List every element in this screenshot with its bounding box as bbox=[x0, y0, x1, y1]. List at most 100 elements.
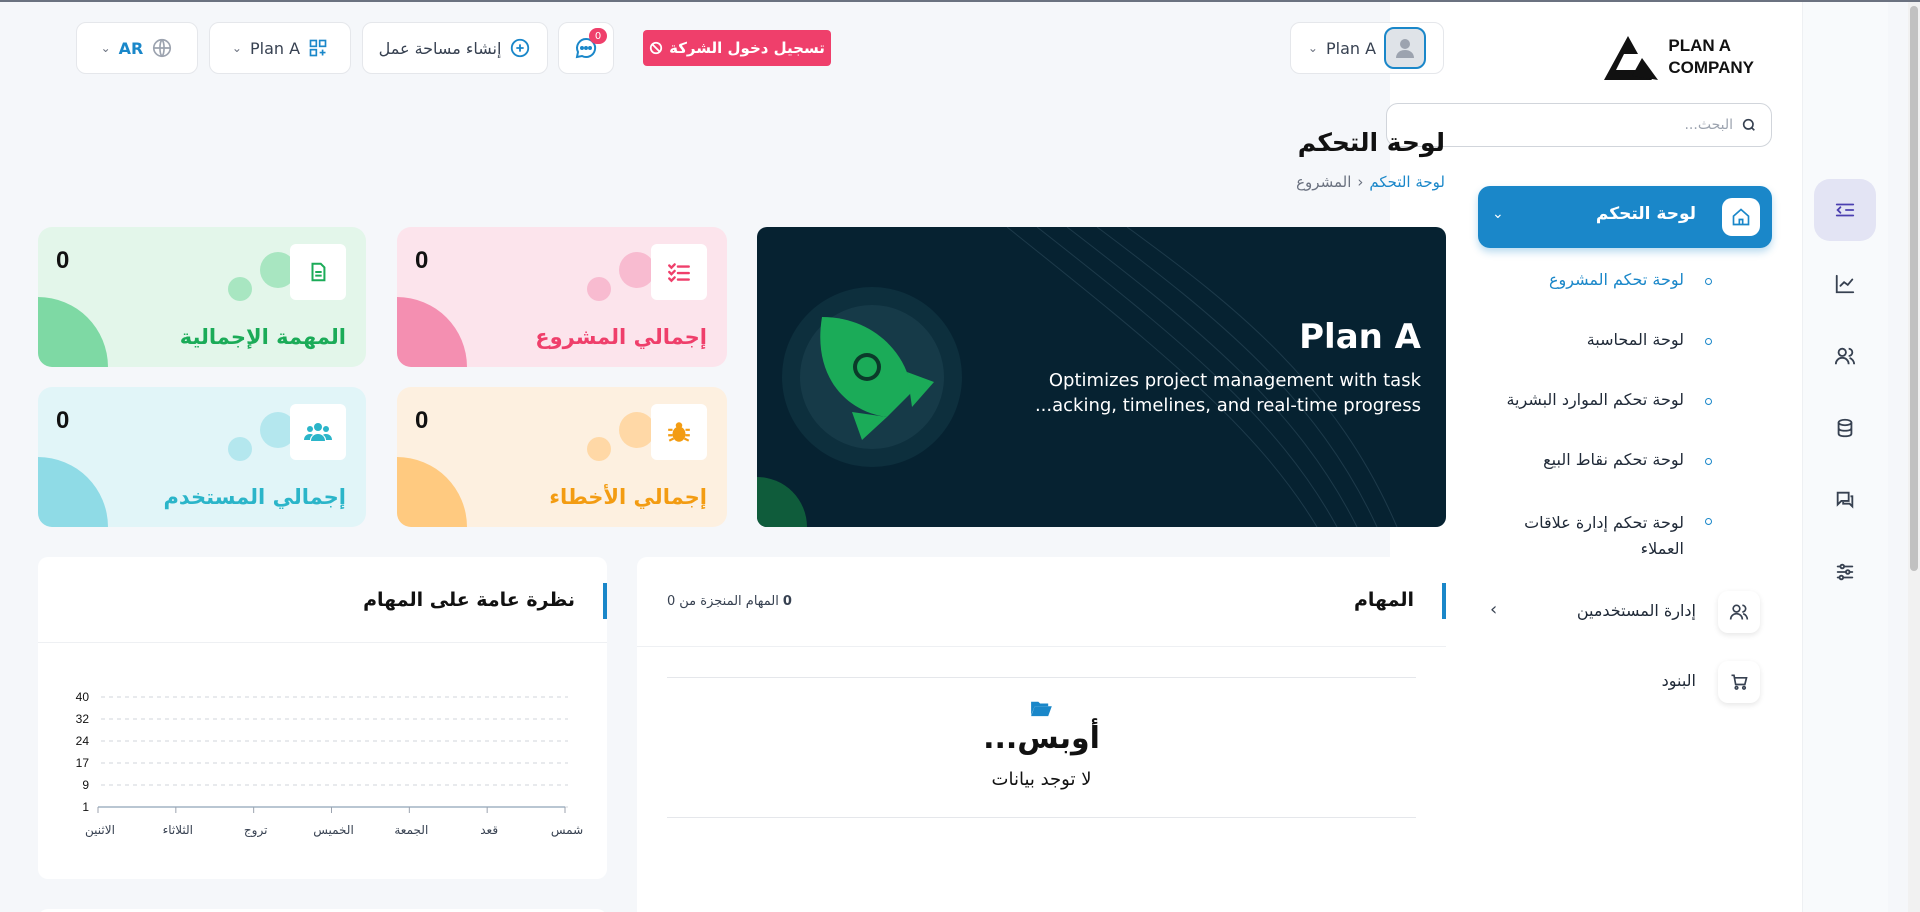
sidebar-item-label: لوحة التحكم bbox=[1595, 204, 1696, 224]
messages-button[interactable]: 0 bbox=[558, 22, 614, 74]
logo-line-2: COMPANY bbox=[1668, 58, 1754, 77]
page-scrollbar[interactable] bbox=[1908, 2, 1920, 912]
subnav-pos-dashboard[interactable]: لوحة تحكم نقاط البيع bbox=[1543, 450, 1684, 469]
stat-value: 0 bbox=[56, 407, 70, 434]
divider bbox=[667, 677, 1416, 678]
stat-card-users[interactable]: 0 إجمالي المستخدم bbox=[38, 387, 366, 527]
chevron-left-icon: ‹ bbox=[1490, 599, 1498, 620]
divider bbox=[637, 646, 1446, 647]
tasks-done-count: 0 bbox=[782, 594, 792, 609]
y-tick-label: 17 bbox=[76, 756, 90, 770]
icon-rail bbox=[1802, 2, 1888, 912]
workspace-select-value: Plan A bbox=[249, 38, 301, 58]
sidebar-item-label: إدارة المستخدمين bbox=[1576, 601, 1696, 620]
logo-mark-icon bbox=[1604, 36, 1659, 80]
x-tick-label: تروج bbox=[244, 823, 268, 838]
y-tick-label: 40 bbox=[76, 690, 90, 704]
divider bbox=[667, 817, 1416, 818]
sidebar-item-items[interactable]: البنود bbox=[1478, 659, 1772, 705]
subnav-label: لوحة المحاسبة bbox=[1586, 330, 1684, 349]
card-decoration bbox=[397, 297, 467, 367]
chevron-down-icon: ⌄ bbox=[100, 41, 111, 55]
tasks-done-summary: 0 المهام المنجزة من 0 bbox=[667, 594, 792, 609]
document-icon bbox=[290, 244, 346, 300]
hero-banner: Plan A Optimizes project management with… bbox=[757, 227, 1446, 527]
company-login-button[interactable]: تسجيل دخول الشركة bbox=[643, 30, 831, 66]
home-icon bbox=[1722, 198, 1760, 236]
company-logo[interactable]: PLAN A COMPANY bbox=[1602, 32, 1754, 82]
sidebar-item-user-management[interactable]: إدارة المستخدمين ‹ bbox=[1478, 589, 1772, 635]
menu-collapse-icon[interactable] bbox=[1814, 179, 1876, 241]
stat-label: إجمالي المستخدم bbox=[163, 485, 347, 509]
stat-value: 0 bbox=[415, 407, 429, 434]
card-decoration bbox=[38, 297, 108, 367]
users-group-icon bbox=[290, 404, 346, 460]
stat-card-bugs[interactable]: 0 إجمالي الأخطاء bbox=[397, 387, 727, 527]
subnav-label: لوحة تحكم الموارد البشرية bbox=[1506, 390, 1684, 409]
coins-icon[interactable] bbox=[1814, 397, 1876, 459]
language-select[interactable]: ⌄ AR bbox=[76, 22, 198, 74]
stat-card-tasks[interactable]: 0 المهمة الإجمالية bbox=[38, 227, 366, 367]
users-icon bbox=[1718, 591, 1760, 633]
chevron-left-icon: ‹ bbox=[1357, 173, 1364, 191]
subnav-label: لوحة تحكم إدارة علاقات العملاء bbox=[1524, 513, 1684, 558]
bullet-icon bbox=[1705, 338, 1712, 345]
stat-card-projects[interactable]: 0 إجمالي المشروع bbox=[397, 227, 727, 367]
subnav-hr-dashboard[interactable]: لوحة تحكم الموارد البشرية bbox=[1506, 390, 1684, 409]
card-decoration bbox=[397, 457, 467, 527]
avatar bbox=[1384, 27, 1427, 69]
y-tick-label: 24 bbox=[76, 734, 90, 748]
tasks-panel: المهام 0 المهام المنجزة من 0 ...أوبس لا … bbox=[637, 557, 1446, 912]
scrollbar-thumb[interactable] bbox=[1910, 6, 1918, 571]
bug-icon bbox=[651, 404, 707, 460]
task-overview-chart: 40 32 24 17 9 1 الاثنين الثلاثاء تروج الخميس الجمع… bbox=[76, 690, 584, 838]
stat-value: 0 bbox=[56, 247, 70, 274]
cart-icon bbox=[1718, 661, 1760, 703]
chat-bubbles-icon[interactable] bbox=[1814, 469, 1876, 531]
users-icon[interactable] bbox=[1814, 325, 1876, 387]
notification-badge: 0 bbox=[589, 28, 607, 44]
card-bubble bbox=[619, 412, 655, 448]
stat-label: إجمالي المشروع bbox=[535, 325, 707, 349]
chart-icon[interactable] bbox=[1814, 253, 1876, 315]
card-bubble bbox=[619, 252, 655, 288]
logo-line-1: PLAN A bbox=[1668, 36, 1732, 55]
language-value: AR bbox=[118, 38, 144, 58]
ban-icon bbox=[649, 41, 663, 55]
x-tick-label: الجمعة bbox=[394, 823, 428, 837]
breadcrumb-link[interactable]: لوحة التحكم bbox=[1369, 173, 1445, 191]
create-workspace-button[interactable]: إنشاء مساحة عمل bbox=[362, 22, 548, 74]
folder-open-icon bbox=[1031, 701, 1052, 717]
task-overview-panel: نظرة عامة على المهام 40 32 24 17 9 1 الاثنين ال… bbox=[38, 557, 607, 879]
bullet-icon bbox=[1705, 458, 1712, 465]
subnav-label: لوحة تحكم نقاط البيع bbox=[1543, 450, 1684, 469]
create-workspace-label: إنشاء مساحة عمل bbox=[378, 38, 502, 58]
hero-line-1: Optimizes project management with task bbox=[1048, 370, 1421, 391]
user-menu-button[interactable]: ⌄ Plan A bbox=[1290, 22, 1444, 74]
tasks-done-label: المهام المنجزة من bbox=[679, 594, 779, 609]
title-accent bbox=[1442, 583, 1446, 619]
card-bubble bbox=[228, 277, 252, 301]
x-tick-label: الاثنين bbox=[85, 823, 115, 838]
empty-state-subtitle: لا توجد بيانات bbox=[991, 769, 1092, 790]
subnav-label: لوحة تحكم المشروع bbox=[1549, 270, 1684, 289]
divider bbox=[38, 642, 607, 643]
user-menu-label: Plan A bbox=[1325, 38, 1377, 58]
workspace-select[interactable]: ⌄ Plan A bbox=[209, 22, 351, 74]
settings-sliders-icon[interactable] bbox=[1814, 541, 1876, 603]
bullet-icon bbox=[1705, 518, 1712, 525]
subnav-project-dashboard[interactable]: لوحة تحكم المشروع bbox=[1549, 270, 1684, 289]
breadcrumb-current: المشروع bbox=[1296, 173, 1352, 191]
y-tick-label: 9 bbox=[82, 778, 89, 792]
subnav-accounting-dashboard[interactable]: لوحة المحاسبة bbox=[1587, 330, 1684, 349]
plus-circle-icon bbox=[511, 38, 530, 58]
user-avatar-icon bbox=[1396, 39, 1415, 58]
y-tick-label: 1 bbox=[82, 800, 89, 814]
search-placeholder: البحث... bbox=[1684, 117, 1733, 133]
stat-label: إجمالي الأخطاء bbox=[549, 485, 707, 509]
x-tick-label: الثلاثاء bbox=[163, 823, 193, 837]
y-tick-label: 32 bbox=[76, 712, 90, 726]
card-bubble bbox=[587, 437, 611, 461]
sidebar-item-dashboard[interactable]: لوحة التحكم ⌄ bbox=[1478, 186, 1772, 248]
subnav-crm-dashboard[interactable]: لوحة تحكم إدارة علاقات العملاء bbox=[1494, 510, 1684, 562]
